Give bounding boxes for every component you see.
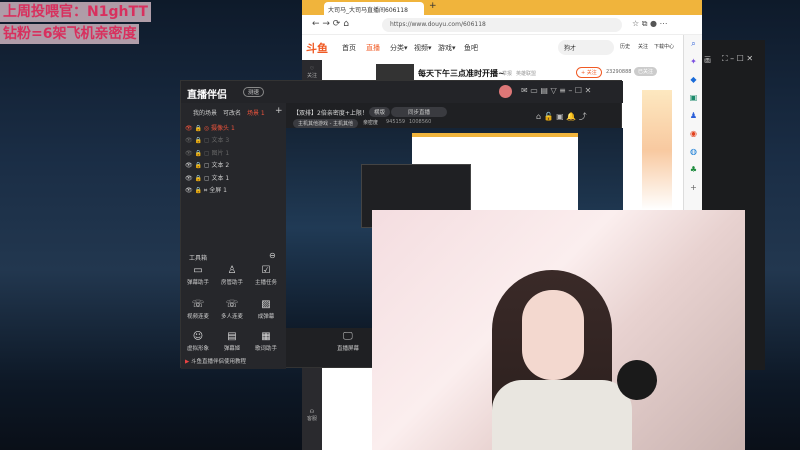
tag-icon[interactable]: ◆	[684, 71, 703, 89]
nav-item[interactable]: 鱼吧	[464, 43, 478, 53]
overlay-top-fan: 上周投喂官：N1ghTT	[0, 2, 151, 22]
tool-room-admin[interactable]: ♙ 房管助手	[215, 265, 249, 286]
sparkle-icon[interactable]: ✦	[684, 53, 703, 71]
address-bar-row: ← → ⟳ ⌂ https://www.douyu.com/606118 ☆ ⧉…	[302, 15, 702, 35]
tool-tasks[interactable]: ☑ 主播任务	[249, 265, 283, 286]
hot-value: 1008560	[409, 119, 432, 125]
nav-buttons-icon[interactable]: ← → ⟳ ⌂	[312, 19, 349, 29]
tab-scene-1[interactable]: 场景 1	[247, 108, 265, 117]
briefcase-icon[interactable]: ▣	[684, 89, 703, 107]
source-item[interactable]: 全屏 1	[209, 187, 227, 194]
report-link[interactable]: 举报	[502, 70, 512, 77]
support-side-label[interactable]: 客服	[302, 415, 322, 422]
history-link[interactable]: 历史	[620, 43, 630, 50]
speed-test-button[interactable]: 测速	[243, 87, 265, 97]
streamer-face	[522, 290, 584, 380]
search-input[interactable]: 狗才	[558, 40, 614, 55]
source-item[interactable]: 文本 2	[211, 162, 229, 169]
url-input[interactable]: https://www.douyu.com/606118	[382, 18, 622, 32]
fans-label: 亲密度	[363, 120, 379, 126]
avatar[interactable]	[499, 85, 512, 98]
download-link[interactable]: 下载中心	[654, 43, 674, 50]
webcam-feed	[372, 210, 745, 450]
browser-titlebar: 大司马_大司马直播间606118 +	[302, 0, 702, 15]
outlook-icon[interactable]: ◍	[684, 143, 703, 161]
add-scene-icon[interactable]: +	[275, 106, 283, 116]
streamer-sweater	[492, 380, 632, 450]
tool-lyrics[interactable]: ▦ 歌词助手	[249, 331, 283, 352]
scene-panel: 我的场景 可改名 场景 1 + 👁 🔒 ◎ 摄像头 1 👁 🔒 ▢ 文本 3 👁…	[181, 103, 286, 369]
video-icon: ▶	[185, 359, 190, 365]
source-item[interactable]: 文本 3	[211, 137, 229, 144]
side-ad-banner[interactable]	[642, 90, 672, 210]
source-item[interactable]: 文本 1	[211, 175, 229, 182]
fans-value: 945159	[386, 119, 406, 125]
stream-title[interactable]: 【双排】2倍亲密度+上限！	[293, 108, 368, 117]
tree-icon[interactable]: ♣	[684, 161, 703, 179]
nav-item[interactable]: 首页	[342, 43, 356, 53]
tab-my-scenes[interactable]: 我的场景	[193, 108, 217, 117]
nav-item[interactable]: 直播	[366, 43, 380, 53]
tool-danmu-2[interactable]: ▨ 成弹幕	[249, 299, 283, 320]
mode-button[interactable]: 横版	[369, 107, 391, 117]
plus-icon[interactable]: +	[684, 179, 703, 197]
action-icons[interactable]: ⌂ 🔓 ▣ 🔔 ⤴	[536, 111, 587, 122]
follow-side-label[interactable]: 关注	[302, 72, 322, 79]
overlay-fan-rule: 钻粉=6架飞机亲密度	[0, 24, 140, 44]
tab-rename[interactable]: 可改名	[223, 108, 241, 117]
office-icon[interactable]: ◉	[684, 125, 703, 143]
browser-tab[interactable]: 大司马_大司马直播间606118	[324, 2, 424, 15]
nav-item[interactable]: 游戏▾	[438, 43, 456, 53]
window-controls[interactable]: ✉ ▭ ▤ ▽ ≡ – ☐ ✕	[521, 86, 591, 95]
window-title: 画	[704, 56, 711, 64]
nav-item[interactable]: 视频▾	[414, 43, 432, 53]
douyu-nav: 斗鱼 首页 直播 分类▾ 视频▾ 游戏▾ 鱼吧 狗才 历史 关注 下载中心	[302, 35, 682, 61]
microphone	[617, 360, 657, 400]
followed-button[interactable]: 已关注	[634, 67, 658, 76]
source-item[interactable]: 图片 1	[211, 150, 229, 157]
douyu-logo: 斗鱼	[306, 42, 328, 55]
window-controls[interactable]: ⛶ – ☐ ✕	[722, 54, 753, 64]
source-item[interactable]: 摄像头 1	[211, 125, 235, 132]
tool-danmu[interactable]: ▭ 弹幕助手	[181, 265, 215, 286]
new-tab-icon[interactable]: +	[429, 1, 437, 11]
tool-avatar[interactable]: ☺ 虚拟形象	[181, 331, 215, 352]
toolbar-icons[interactable]: ☆ ⧉ ● ⋯	[632, 19, 668, 29]
category-tag[interactable]: 英雄联盟	[516, 70, 536, 77]
sync-input[interactable]: 同步直播	[391, 107, 447, 117]
tool-multi-link[interactable]: ☏ 多人连麦	[215, 299, 249, 320]
toolbox-title: 工具箱	[189, 255, 208, 262]
screen-icon[interactable]: 🖵	[343, 331, 353, 342]
room-title: 每天下午三点准时开播~	[418, 69, 505, 78]
person-icon[interactable]: ♟	[684, 107, 703, 125]
tutorial-link[interactable]: 斗鱼直播伴侣使用教程	[191, 359, 246, 365]
tool-danmu-ji[interactable]: ▤ 弹幕姬	[215, 331, 249, 352]
search-icon[interactable]: ⌕	[684, 35, 703, 53]
screen-share-label[interactable]: 直播屏幕	[337, 344, 359, 352]
app-header: 直播伴侣 测速 ✉ ▭ ▤ ▽ ≡ – ☐ ✕	[181, 81, 623, 103]
app-logo: 直播伴侣	[187, 90, 227, 101]
nav-item[interactable]: 分类▾	[390, 43, 408, 53]
tool-video-link[interactable]: ☏ 视频连麦	[181, 299, 215, 320]
category-button[interactable]: 主机其他游戏 - 主机其他	[293, 119, 358, 128]
follow-link[interactable]: 关注	[638, 43, 648, 50]
follow-count: 23290888	[606, 69, 632, 75]
follow-button[interactable]: + 关注	[576, 67, 602, 78]
more-icon[interactable]: ⊖	[269, 251, 276, 260]
